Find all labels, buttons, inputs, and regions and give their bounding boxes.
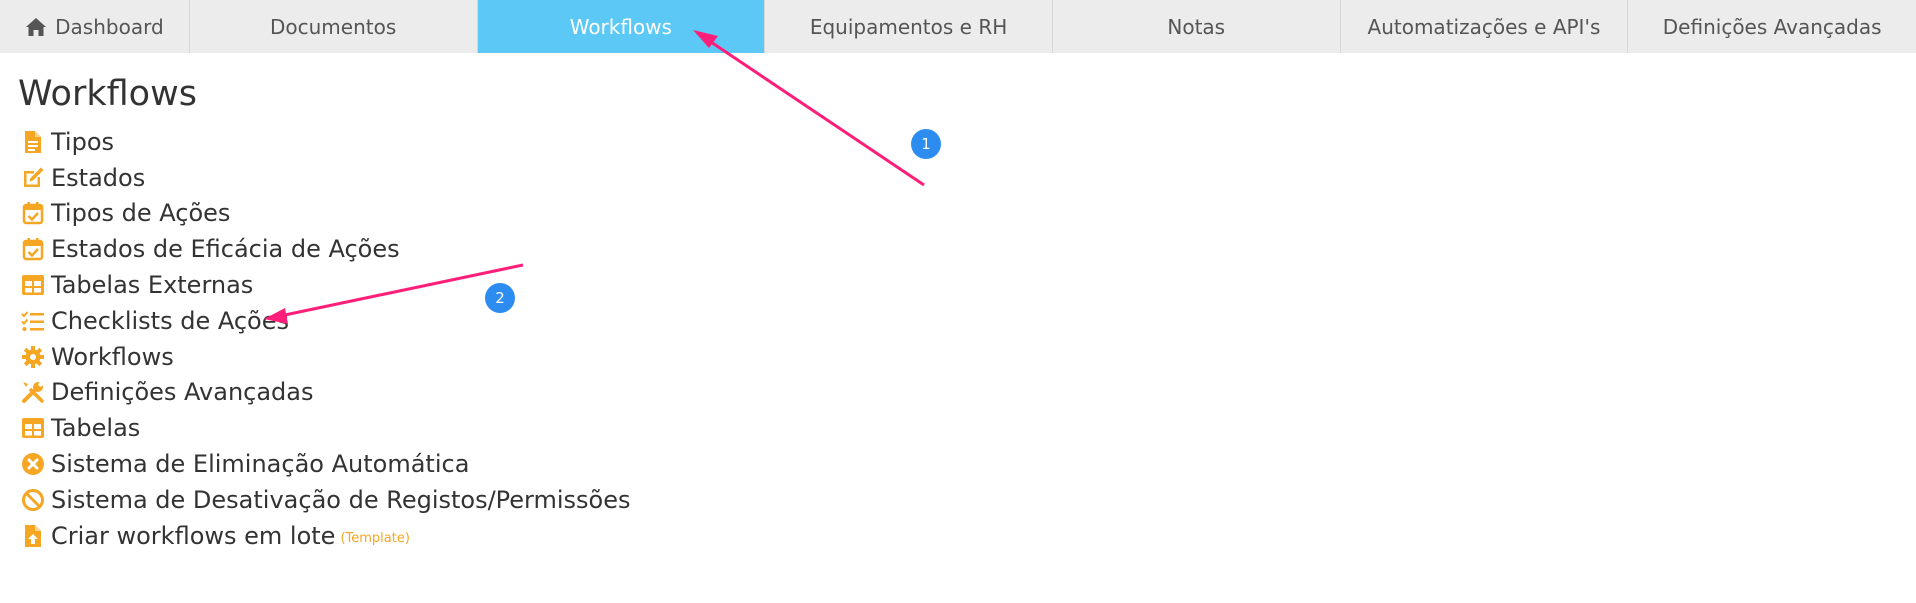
tab-definicoes-avancadas[interactable]: Definições Avançadas: [1628, 0, 1916, 53]
annotation-badge-1: 1: [911, 129, 941, 159]
home-icon: [26, 17, 47, 36]
tab-label: Workflows: [569, 14, 672, 39]
menu-item-label: Estados: [51, 163, 146, 192]
menu-item-label: Tabelas Externas: [51, 271, 254, 300]
checklist-icon: [20, 308, 46, 334]
tab-dashboard[interactable]: Dashboard: [0, 0, 190, 53]
menu-item-tipos-de-acoes[interactable]: Tipos de Ações: [20, 196, 631, 232]
menu-item-label: Checklists de Ações: [51, 306, 289, 335]
tab-label: Dashboard: [55, 14, 164, 39]
menu-item-workflows[interactable]: Workflows: [20, 339, 631, 375]
tab-label: Equipamentos e RH: [809, 14, 1008, 39]
menu-item-estados-eficacia-acoes[interactable]: Estados de Eficácia de Ações: [20, 231, 631, 267]
menu-item-label: Definições Avançadas: [51, 378, 314, 407]
annotation-badge-2: 2: [485, 283, 515, 313]
table-icon: [20, 415, 46, 441]
template-link[interactable]: (Template): [340, 531, 409, 546]
top-nav-tabs: Dashboard Documentos Workflows Equipamen…: [0, 0, 1916, 53]
tab-label: Notas: [1167, 14, 1226, 39]
page-title: Workflows: [18, 74, 197, 114]
menu-item-label: Criar workflows em lote: [51, 521, 336, 550]
file-upload-icon: [20, 523, 46, 549]
menu-item-tipos[interactable]: Tipos: [20, 124, 631, 160]
menu-item-criar-workflows-lote[interactable]: Criar workflows em lote (Template): [20, 518, 631, 554]
menu-item-tabelas[interactable]: Tabelas: [20, 410, 631, 446]
tab-equipamentos-rh[interactable]: Equipamentos e RH: [765, 0, 1053, 53]
menu-item-label: Tabelas: [51, 414, 141, 443]
menu-item-label: Estados de Eficácia de Ações: [51, 235, 400, 264]
calendar-check-icon: [20, 236, 46, 262]
document-icon: [20, 129, 46, 155]
tab-documentos[interactable]: Documentos: [189, 0, 478, 53]
tools-icon: [20, 379, 46, 405]
tab-label: Automatizações e API's: [1367, 14, 1601, 39]
menu-item-checklists-acoes[interactable]: Checklists de Ações: [20, 303, 631, 339]
table-icon: [20, 272, 46, 298]
menu-item-tabelas-externas[interactable]: Tabelas Externas: [20, 267, 631, 303]
workflows-menu: Tipos Estados Tipos de Ações Estados de …: [20, 124, 631, 554]
menu-item-eliminacao-automatica[interactable]: Sistema de Eliminação Automática: [20, 446, 631, 482]
tab-automatizacoes-apis[interactable]: Automatizações e API's: [1340, 0, 1629, 53]
edit-icon: [20, 165, 46, 191]
menu-item-desativacao-registos[interactable]: Sistema de Desativação de Registos/Permi…: [20, 482, 631, 518]
menu-item-label: Workflows: [51, 342, 174, 371]
tab-notas[interactable]: Notas: [1052, 0, 1341, 53]
menu-item-label: Tipos: [51, 127, 115, 156]
tab-label: Definições Avançadas: [1662, 14, 1882, 39]
menu-item-estados[interactable]: Estados: [20, 160, 631, 196]
annotation-arrow-1: [704, 36, 925, 187]
menu-item-label: Tipos de Ações: [51, 199, 231, 228]
gear-icon: [20, 344, 46, 370]
calendar-check-icon: [20, 200, 46, 226]
times-circle-icon: [20, 451, 46, 477]
menu-item-definicoes-avancadas[interactable]: Definições Avançadas: [20, 375, 631, 411]
tab-workflows[interactable]: Workflows: [477, 0, 766, 53]
tab-label: Documentos: [270, 14, 397, 39]
menu-item-label: Sistema de Eliminação Automática: [51, 450, 470, 479]
ban-icon: [20, 487, 46, 513]
menu-item-label: Sistema de Desativação de Registos/Permi…: [51, 485, 631, 514]
